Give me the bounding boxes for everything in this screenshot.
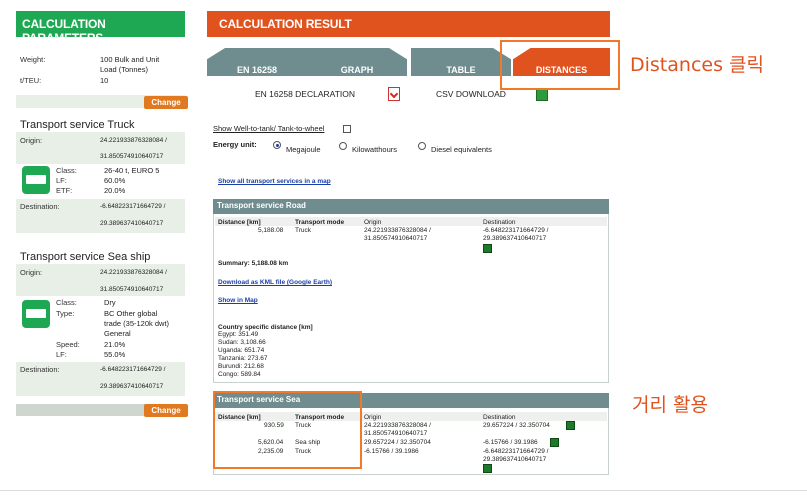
flag-icon[interactable]	[483, 244, 492, 253]
truck-origin-label: Origin:	[20, 136, 43, 145]
radio-megajoule[interactable]	[273, 141, 281, 149]
sea-row3-dest-2: 29.389637410640717	[483, 456, 547, 463]
road-row-origin-2: 31.850574910640717	[364, 235, 428, 242]
distance-use-annotation: 거리 활용	[632, 394, 708, 416]
sea-row3-origin-1: -6.15766 / 39.1986	[364, 448, 419, 455]
radio-kilowatthours[interactable]	[339, 142, 347, 150]
sea-row2-origin-1: 29.657224 / 32.350704	[364, 439, 431, 446]
truck-destination-line1: -6.648223171664729 /	[100, 203, 166, 210]
radio-diesel-equivalents[interactable]	[418, 142, 426, 150]
truck-lf-value: 60.0%	[104, 176, 126, 185]
tab-en16258[interactable]: EN 16258	[207, 48, 307, 76]
country-burundi: Burundi: 212.68	[218, 363, 264, 370]
road-pane-title: Transport service Road	[213, 199, 609, 214]
truck-destination-label: Destination:	[20, 202, 60, 211]
road-row-dest-2: 29.389637410640717	[483, 235, 547, 242]
road-row-mode: Truck	[295, 227, 312, 234]
sea-row1-dest-1: 29.657224 / 32.350704	[483, 422, 550, 429]
flag-icon[interactable]	[483, 464, 492, 473]
flag-icon[interactable]	[550, 438, 559, 447]
ship-service-title: Transport service Sea ship	[20, 251, 151, 263]
pdf-icon[interactable]	[388, 87, 400, 101]
truck-destination-line2: 29.389637410640717	[100, 220, 164, 227]
truck-icon	[22, 166, 50, 194]
ship-class-value: Dry	[104, 298, 116, 307]
weight-label: Weight:	[20, 55, 46, 64]
calculation-parameters-header: CALCULATION PARAMETERS	[16, 11, 185, 45]
diesel-equivalents-label: Diesel equivalents	[431, 145, 492, 154]
megajoule-label: Megajoule	[286, 145, 321, 154]
truck-etf-label: ETF:	[56, 186, 73, 195]
distances-click-annotation: Distances 클릭	[630, 54, 764, 76]
truck-service-title: Transport service Truck	[20, 119, 135, 131]
country-congo: Congo: 589.84	[218, 371, 261, 378]
road-header-band	[215, 217, 607, 226]
truck-origin-line1: 24.221933876328084 /	[100, 137, 167, 144]
country-uganda: Uganda: 651.74	[218, 347, 265, 354]
tab-table[interactable]: TABLE	[411, 48, 511, 76]
ship-class-label: Class:	[56, 298, 77, 307]
weight-value-1: 100 Bulk and Unit	[100, 55, 160, 64]
sea-row1-origin-2: 31.850574910640717	[364, 430, 428, 437]
sea-distance-highlight-box	[213, 391, 362, 469]
well-to-tank-checkbox[interactable]	[343, 125, 351, 133]
well-to-tank-toggle[interactable]: Show Well-to-tank/ Tank-to-wheel	[213, 124, 324, 134]
csv-download-link[interactable]: CSV DOWNLOAD	[436, 89, 506, 100]
ship-destination-line1: -6.648223171664729 /	[100, 366, 166, 373]
excel-icon[interactable]	[536, 89, 548, 101]
energy-unit-label: Energy unit:	[213, 140, 257, 149]
road-row-distance: 5,188.08	[258, 227, 284, 234]
truck-lf-label: LF:	[56, 176, 67, 185]
ship-origin-label: Origin:	[20, 268, 43, 277]
country-egypt: Egypt: 351.49	[218, 331, 259, 338]
ship-origin-line1: 24.221933876328084 /	[100, 269, 167, 276]
country-sudan: Sudan: 3,108.66	[218, 339, 266, 346]
change-ship-button[interactable]: Change	[144, 404, 188, 417]
tab-graph[interactable]: GRAPH	[307, 48, 407, 76]
ship-lf-label: LF:	[56, 350, 67, 359]
truck-class-label: Class:	[56, 166, 77, 175]
ship-destination-line2: 29.389637410640717	[100, 383, 164, 390]
road-col-distance: Distance [km]	[218, 219, 261, 226]
show-in-map-link[interactable]: Show in Map	[218, 296, 258, 305]
en16258-declaration-link[interactable]: EN 16258 DECLARATION	[255, 89, 355, 100]
distances-highlight-box	[500, 40, 620, 90]
teu-value: 10	[100, 76, 109, 85]
truck-etf-value: 20.0%	[104, 186, 126, 195]
change-params-button[interactable]: Change	[144, 96, 188, 109]
ship-destination-label: Destination:	[20, 365, 60, 374]
sea-row2-dest-1: -6.15766 / 39.1986	[483, 439, 538, 446]
divider	[0, 490, 807, 491]
kilowatthours-label: Kilowatthours	[352, 145, 398, 154]
ship-origin-line2: 31.850574910640717	[100, 286, 164, 293]
calculation-result-header: CALCULATION RESULT	[207, 11, 610, 37]
truck-origin-line2: 31.850574910640717	[100, 153, 164, 160]
truck-class-value: 26-40 t, EURO 5	[104, 166, 160, 175]
flag-icon[interactable]	[566, 421, 575, 430]
ship-type-label: Type:	[56, 309, 75, 318]
ship-speed-value: 21.0%	[104, 340, 126, 349]
ship-icon	[22, 300, 50, 328]
ship-type-line1: BC Other global	[104, 309, 158, 318]
ship-type-line3: General	[104, 329, 131, 338]
ship-speed-label: Speed:	[56, 340, 80, 349]
country-tanzania: Tanzania: 273.67	[218, 355, 268, 362]
teu-label: t/TEU:	[20, 76, 42, 85]
weight-value-2: Load (Tonnes)	[100, 65, 148, 74]
road-summary: Summary: 5,188.08 km	[218, 260, 289, 267]
kml-download-link[interactable]: Download as KML file (Google Earth)	[218, 278, 332, 287]
show-all-map-link[interactable]: Show all transport services in a map	[218, 177, 331, 186]
ship-type-line2: trade (35-120k dwt)	[104, 319, 170, 328]
ship-lf-value: 55.0%	[104, 350, 126, 359]
